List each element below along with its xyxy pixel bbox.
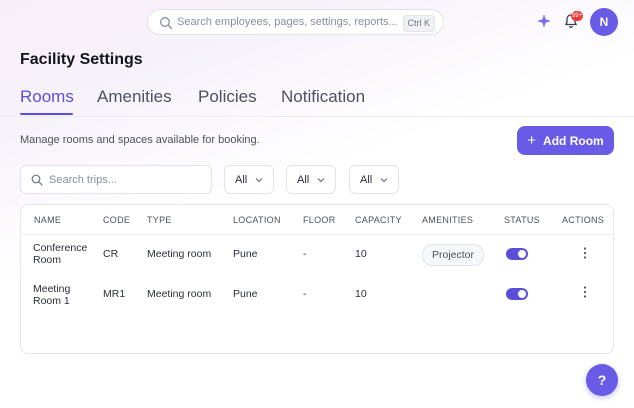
- table-row[interactable]: Conference Room CR Meeting room Pune - 1…: [21, 235, 613, 275]
- room-code: MR1: [103, 288, 126, 300]
- room-name-line1: Conference: [33, 242, 88, 254]
- table-row[interactable]: Meeting Room 1 MR1 Meeting room Pune - 1…: [21, 275, 613, 315]
- column-header-name: NAME: [34, 215, 62, 225]
- room-type: Meeting room: [147, 288, 212, 300]
- filter-select-3[interactable]: All: [349, 165, 399, 194]
- table-search-placeholder: Search trips...: [49, 174, 117, 186]
- add-room-label: Add Room: [543, 133, 604, 148]
- filter-select-value: All: [297, 174, 310, 186]
- page-title: Facility Settings: [20, 51, 143, 68]
- column-header-type: TYPE: [147, 215, 172, 225]
- filter-select-2[interactable]: All: [286, 165, 336, 194]
- column-header-floor: FLOOR: [303, 215, 336, 225]
- tab-policies[interactable]: Policies: [198, 87, 257, 107]
- column-header-status: STATUS: [504, 215, 540, 225]
- chevron-down-icon: [380, 178, 388, 183]
- room-floor: -: [303, 288, 307, 300]
- filter-select-1[interactable]: All: [224, 165, 274, 194]
- notification-badge: 99+: [571, 11, 583, 21]
- room-capacity: 10: [355, 248, 367, 260]
- room-name-line1: Meeting: [33, 283, 71, 295]
- search-placeholder: Search employees, pages, settings, repor…: [177, 16, 398, 28]
- add-room-button[interactable]: + Add Room: [517, 126, 614, 155]
- column-header-actions: ACTIONS: [562, 215, 605, 225]
- kebab-menu-icon[interactable]: [583, 247, 587, 259]
- chevron-down-icon: [317, 178, 325, 183]
- search-icon: [160, 17, 173, 30]
- status-toggle[interactable]: [506, 248, 528, 260]
- room-capacity: 10: [355, 288, 367, 300]
- amenity-tag: Projector: [422, 244, 485, 266]
- tab-amenities[interactable]: Amenities: [97, 87, 172, 107]
- help-button[interactable]: ?: [586, 364, 618, 396]
- room-code: CR: [103, 248, 119, 260]
- global-search-input[interactable]: Search employees, pages, settings, repor…: [147, 9, 444, 35]
- active-tab-indicator: [20, 113, 73, 115]
- column-header-code: CODE: [103, 215, 131, 225]
- tab-notification[interactable]: Notification: [281, 87, 365, 107]
- rooms-table: NAME CODE TYPE LOCATION FLOOR CAPACITY A…: [20, 204, 614, 354]
- room-location: Pune: [233, 248, 258, 260]
- room-type: Meeting room: [147, 248, 212, 260]
- status-toggle[interactable]: [506, 288, 528, 300]
- chevron-down-icon: [255, 178, 263, 183]
- tab-rooms[interactable]: Rooms: [20, 87, 74, 107]
- shortcut-hint: Ctrl K: [402, 15, 435, 32]
- table-search-input[interactable]: Search trips...: [20, 165, 212, 194]
- column-header-capacity: CAPACITY: [355, 215, 402, 225]
- room-location: Pune: [233, 288, 258, 300]
- room-name-line2: Room 1: [33, 295, 70, 307]
- filter-select-value: All: [235, 174, 248, 186]
- room-floor: -: [303, 248, 307, 260]
- column-header-location: LOCATION: [233, 215, 281, 225]
- filter-select-value: All: [360, 174, 373, 186]
- sparkle-icon[interactable]: [537, 14, 551, 28]
- column-header-amenities: AMENITIES: [422, 215, 474, 225]
- room-name-line2: Room: [33, 254, 62, 266]
- plus-icon: +: [527, 132, 537, 149]
- search-icon: [31, 174, 43, 186]
- table-header: NAME CODE TYPE LOCATION FLOOR CAPACITY A…: [21, 205, 613, 235]
- page-description: Manage rooms and spaces available for bo…: [20, 134, 260, 146]
- avatar[interactable]: N: [590, 8, 618, 36]
- tab-bar: Rooms Amenities Policies Notification: [0, 84, 634, 117]
- kebab-menu-icon[interactable]: [583, 286, 587, 298]
